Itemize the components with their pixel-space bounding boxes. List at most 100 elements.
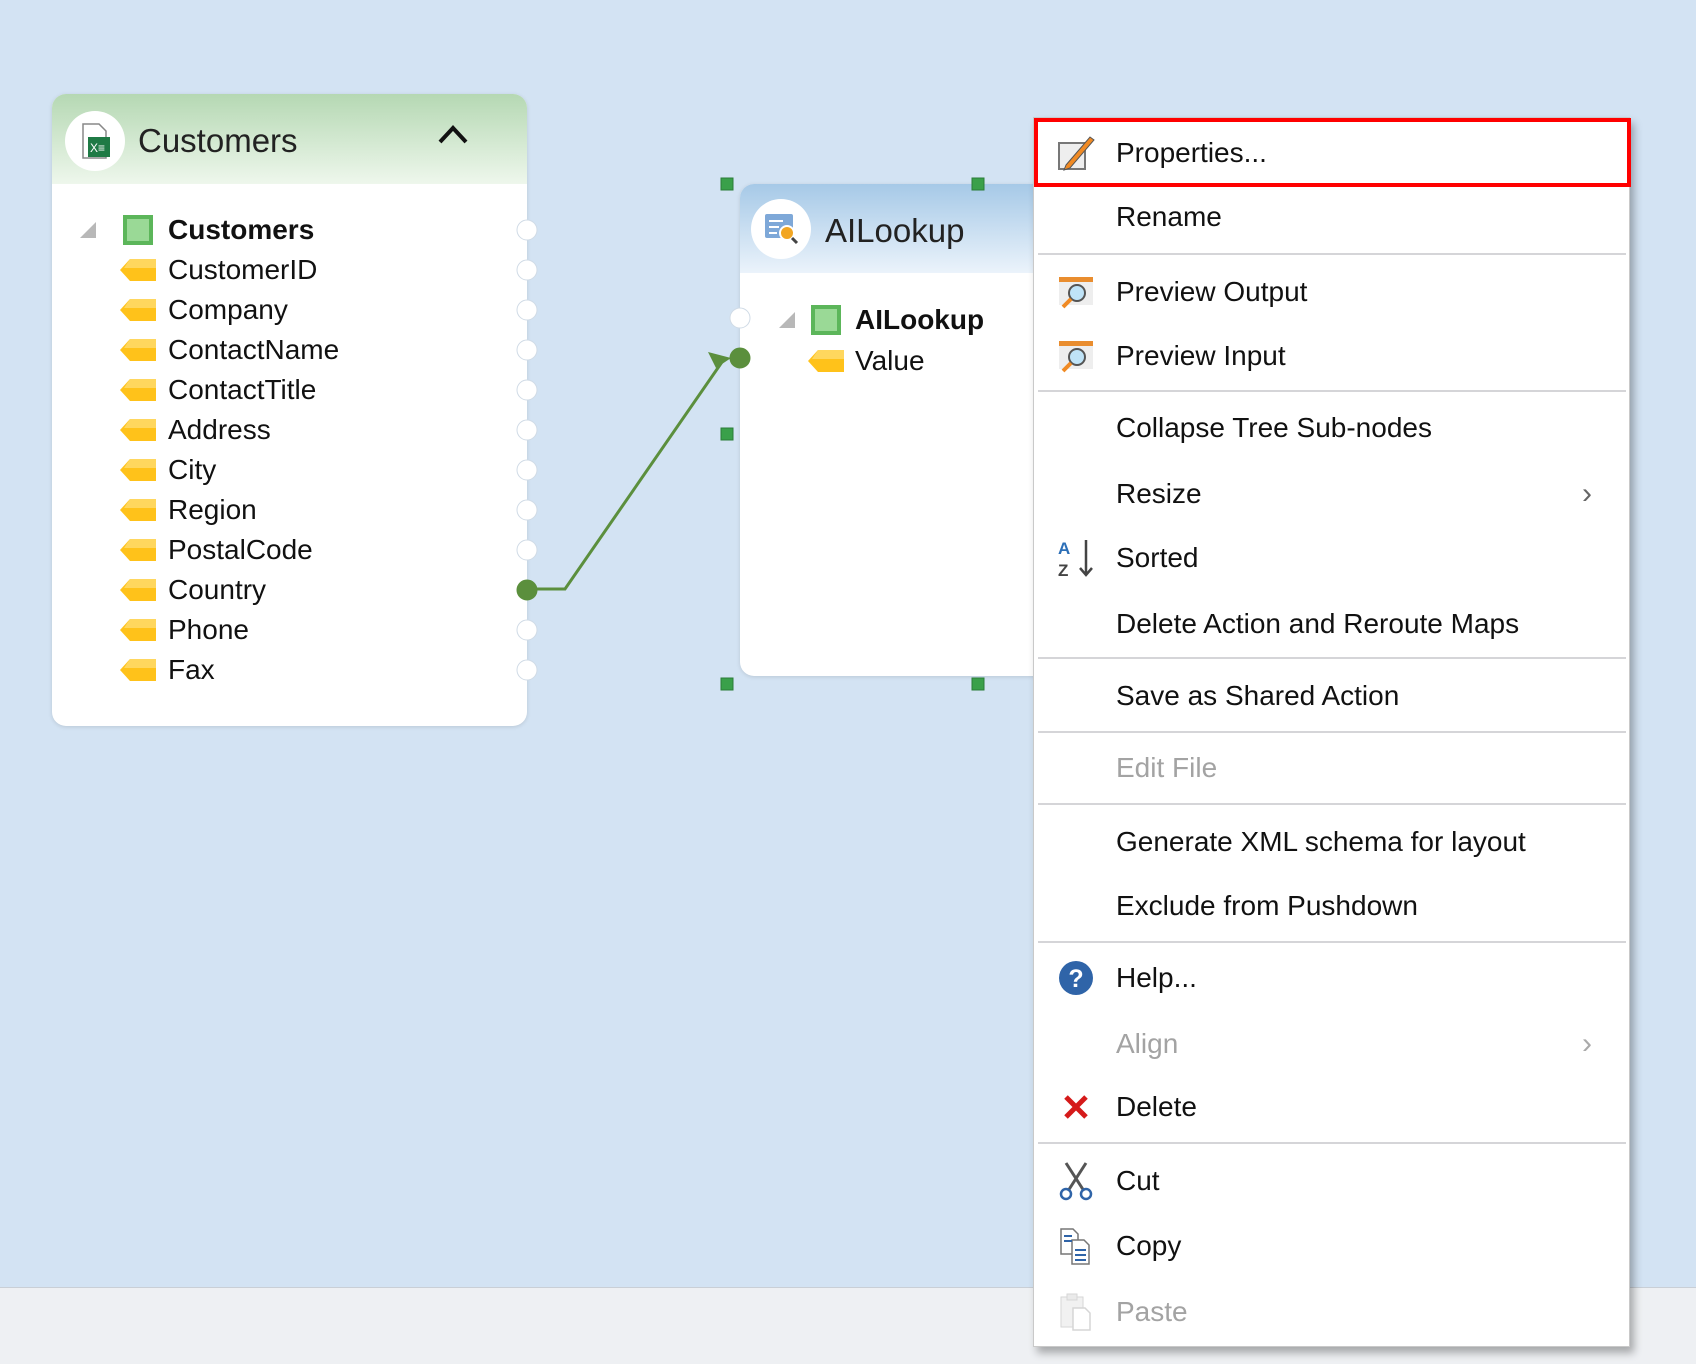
menu-item-label: Preview Input — [1116, 340, 1286, 371]
tree-root[interactable]: AILookup — [855, 300, 984, 340]
field-icon — [120, 579, 156, 601]
delete-icon — [1056, 1087, 1096, 1127]
menu-item-label: Copy — [1116, 1230, 1182, 1261]
menu-item-help[interactable]: ? Help... — [1034, 948, 1629, 1008]
field-icon — [120, 259, 156, 281]
field-icon — [120, 659, 156, 681]
field-icon — [120, 339, 156, 361]
preview-icon — [1056, 336, 1096, 376]
menu-item-label: Edit File — [1116, 752, 1218, 783]
customers-panel[interactable]: X≡ Customers Customers CustomerID Company C… — [52, 94, 527, 726]
svg-text:X≡: X≡ — [90, 141, 105, 155]
sort-az-icon: AZ — [1056, 538, 1096, 580]
output-port[interactable] — [516, 419, 538, 441]
highlight-box — [1034, 118, 1631, 187]
output-port[interactable] — [516, 379, 538, 401]
output-port[interactable] — [516, 299, 538, 321]
chevron-right-icon: › — [1582, 1027, 1592, 1060]
copy-icon — [1056, 1226, 1096, 1266]
help-icon: ? — [1056, 958, 1096, 998]
resize-handle[interactable] — [971, 177, 985, 191]
menu-item-preview-output[interactable]: Preview Output — [1034, 262, 1629, 322]
svg-text:?: ? — [1068, 965, 1083, 993]
collapse-chevron-up-icon[interactable] — [436, 122, 470, 146]
menu-item-label: Save as Shared Action — [1116, 680, 1400, 711]
menu-item-resize[interactable]: Resize › — [1034, 464, 1629, 524]
tree-field[interactable]: Fax — [168, 650, 215, 690]
input-port[interactable] — [729, 307, 751, 329]
menu-item-collapse-tree-sub-nodes[interactable]: Collapse Tree Sub-nodes — [1034, 398, 1629, 458]
input-port-connected[interactable] — [729, 347, 751, 369]
output-port[interactable] — [516, 619, 538, 641]
tree-field[interactable]: Phone — [168, 610, 249, 650]
expand-triangle-icon[interactable] — [80, 222, 96, 238]
context-menu[interactable]: Properties... Rename Preview Output Preview… — [1033, 117, 1631, 1347]
menu-separator — [1038, 253, 1626, 255]
resize-handle[interactable] — [720, 427, 734, 441]
tree-field[interactable]: Value — [855, 341, 925, 381]
menu-item-label: Sorted — [1116, 542, 1199, 573]
output-port[interactable] — [516, 259, 538, 281]
tree-root[interactable]: Customers — [168, 210, 314, 250]
output-port[interactable] — [516, 499, 538, 521]
tree-field[interactable]: Region — [168, 490, 257, 530]
menu-separator — [1038, 941, 1626, 943]
field-icon — [120, 539, 156, 561]
resize-handle[interactable] — [971, 677, 985, 691]
menu-item-edit-file[interactable]: Edit File — [1034, 738, 1629, 798]
output-port[interactable] — [516, 339, 538, 361]
output-port[interactable] — [516, 659, 538, 681]
output-port[interactable] — [516, 459, 538, 481]
tree-field[interactable]: City — [168, 450, 216, 490]
resize-handle[interactable] — [720, 677, 734, 691]
preview-icon — [1056, 272, 1096, 312]
svg-text:A: A — [1058, 539, 1070, 558]
menu-item-cut[interactable]: Cut — [1034, 1151, 1629, 1211]
menu-item-save-as-shared-action[interactable]: Save as Shared Action — [1034, 666, 1629, 726]
chevron-right-icon: › — [1582, 477, 1592, 510]
ai-lookup-icon — [751, 199, 811, 259]
tree-field[interactable]: ContactTitle — [168, 370, 316, 410]
menu-item-paste[interactable]: Paste — [1034, 1282, 1629, 1342]
menu-item-label: Exclude from Pushdown — [1116, 890, 1418, 921]
record-icon — [811, 305, 841, 335]
field-icon — [808, 350, 844, 372]
menu-item-label: Cut — [1116, 1165, 1160, 1196]
field-icon — [120, 619, 156, 641]
tree-field[interactable]: Country — [168, 570, 266, 610]
menu-item-generate-xml-schema-for-layout[interactable]: Generate XML schema for layout — [1034, 812, 1629, 872]
menu-item-exclude-from-pushdown[interactable]: Exclude from Pushdown — [1034, 876, 1629, 936]
menu-item-delete[interactable]: Delete — [1034, 1077, 1629, 1137]
arrowhead-icon — [708, 352, 731, 368]
tree-field[interactable]: Company — [168, 290, 288, 330]
panel-title: Customers — [138, 122, 298, 159]
resize-handle[interactable] — [720, 177, 734, 191]
svg-text:Z: Z — [1058, 561, 1068, 580]
output-port[interactable] — [516, 539, 538, 561]
output-port-connected[interactable] — [516, 579, 538, 601]
menu-item-label: Generate XML schema for layout — [1116, 826, 1526, 857]
field-icon — [120, 499, 156, 521]
menu-item-rename[interactable]: Rename — [1034, 187, 1629, 247]
menu-item-label: Align — [1116, 1028, 1179, 1059]
menu-item-preview-input[interactable]: Preview Input — [1034, 326, 1629, 386]
menu-item-label: Help... — [1116, 962, 1197, 993]
tree-field[interactable]: ContactName — [168, 330, 339, 370]
tree-field[interactable]: CustomerID — [168, 250, 317, 290]
tree-field[interactable]: Address — [168, 410, 271, 450]
panel-title: AILookup — [825, 212, 965, 249]
menu-item-sorted[interactable]: A Z Sorted — [1034, 528, 1629, 588]
menu-separator — [1038, 390, 1626, 392]
ailookup-panel[interactable]: AILookup AILookup Value — [740, 184, 1060, 676]
tree-field[interactable]: PostalCode — [168, 530, 313, 570]
output-port[interactable] — [516, 219, 538, 241]
menu-item-copy[interactable]: Copy — [1034, 1216, 1629, 1276]
field-icon — [120, 419, 156, 441]
expand-triangle-icon[interactable] — [779, 312, 795, 328]
field-icon — [120, 459, 156, 481]
menu-separator — [1038, 1142, 1626, 1144]
menu-item-label: Rename — [1116, 201, 1222, 232]
menu-item-delete-action-and-reroute-maps[interactable]: Delete Action and Reroute Maps — [1034, 594, 1629, 654]
menu-item-align[interactable]: Align › — [1034, 1014, 1629, 1074]
menu-item-label: Delete Action and Reroute Maps — [1116, 608, 1520, 639]
